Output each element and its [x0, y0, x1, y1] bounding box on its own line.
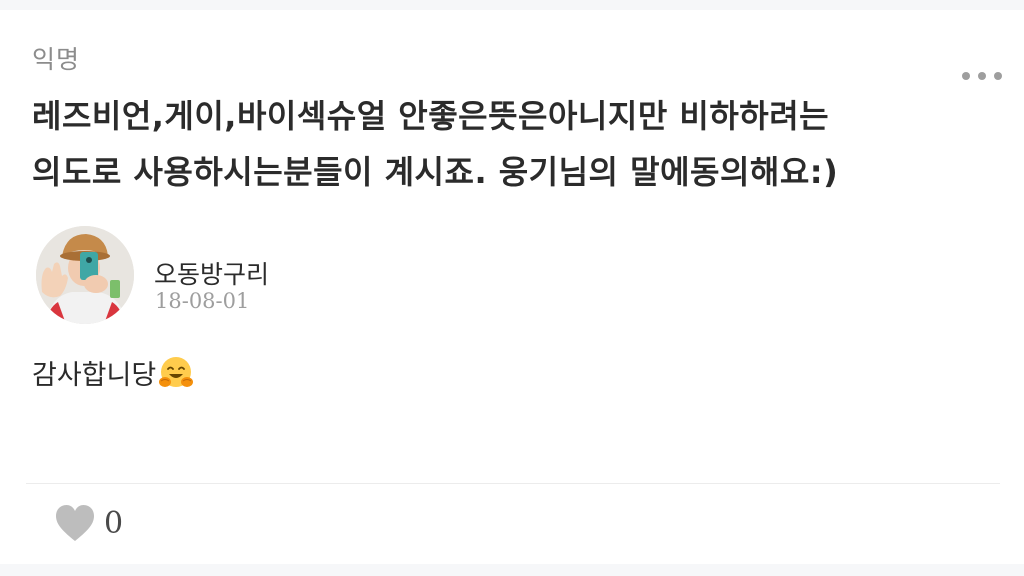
more-dot-icon — [994, 72, 1002, 80]
post-date: 18-08-01 — [155, 289, 250, 313]
comment-card: 익명 레즈비언,게이,바이섹슈얼 안좋은뜻은아니지만 비하하려는 의도로 사용하… — [0, 10, 1024, 564]
more-dot-icon — [962, 72, 970, 80]
like-row: 0 — [54, 503, 123, 543]
heart-icon[interactable] — [54, 503, 96, 543]
comment-text: 감사합니당 — [32, 360, 157, 391]
like-count: 0 — [104, 505, 124, 541]
quoted-author-label: 익명 — [32, 45, 81, 74]
avatar-photo-icon — [36, 226, 134, 324]
more-options-button[interactable] — [962, 68, 1002, 84]
hugging-face-emoji-icon — [159, 356, 194, 387]
more-dot-icon — [978, 72, 986, 80]
divider — [26, 483, 1000, 484]
quoted-text-line-2: 의도로 사용하시는분들이 계시죠. 웅기님의 말에동의해요:) — [32, 153, 839, 191]
author-name[interactable]: 오동방구리 — [154, 255, 269, 291]
avatar[interactable] — [36, 226, 134, 324]
author-row: 오동방구리 18-08-01 — [36, 226, 436, 326]
quoted-text: 레즈비언,게이,바이섹슈얼 안좋은뜻은아니지만 비하하려는 의도로 사용하시는분… — [32, 88, 932, 200]
quoted-text-line-1: 레즈비언,게이,바이섹슈얼 안좋은뜻은아니지만 비하하려는 — [32, 97, 830, 135]
comment-body: 감사합니당 — [32, 353, 194, 392]
